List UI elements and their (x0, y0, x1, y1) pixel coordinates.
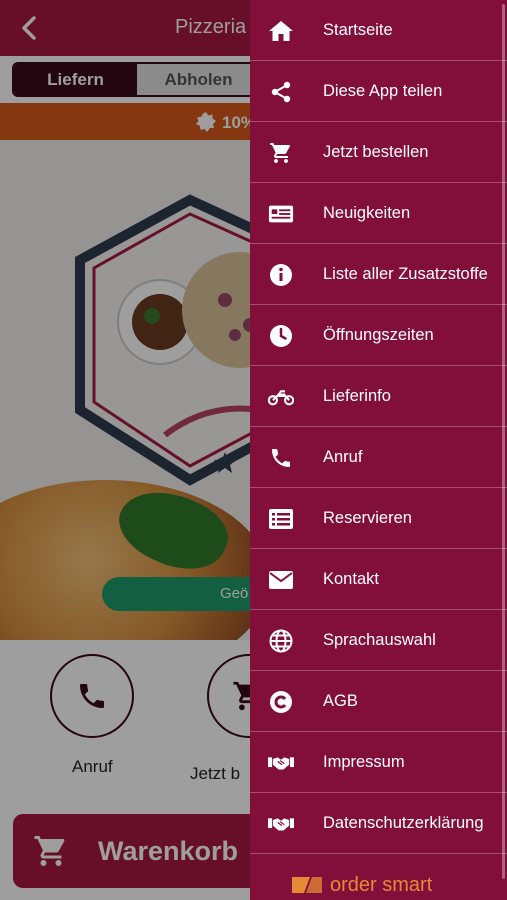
menu-item-reserve[interactable]: Reservieren (250, 488, 507, 549)
menu-item-label: Kontakt (323, 570, 379, 588)
menu-item-contact[interactable]: Kontakt (250, 549, 507, 610)
menu-item-label: Lieferinfo (323, 387, 391, 405)
clock-icon (268, 324, 294, 348)
brand-label: order smart (330, 873, 433, 896)
list-icon (268, 507, 294, 531)
menu-item-share[interactable]: Diese App teilen (250, 61, 507, 122)
share-icon (268, 80, 294, 104)
cart-icon (268, 141, 294, 165)
menu-item-opening-hours[interactable]: Öffnungszeiten (250, 305, 507, 366)
menu-item-imprint[interactable]: Impressum (250, 732, 507, 793)
menu-item-language[interactable]: Sprachauswahl (250, 610, 507, 671)
handshake-icon (268, 812, 294, 836)
menu-item-label: Öffnungszeiten (323, 326, 434, 344)
menu-item-label: Sprachauswahl (323, 631, 436, 649)
menu-item-label: Jetzt bestellen (323, 143, 429, 161)
menu-item-label: Neuigkeiten (323, 204, 411, 222)
news-icon (268, 202, 294, 226)
drawer-scrollbar[interactable] (502, 4, 505, 879)
copyright-icon (268, 690, 294, 714)
order-smart-logo: order smart (290, 872, 470, 898)
globe-icon (268, 629, 294, 653)
menu-item-label: Impressum (323, 753, 405, 771)
navigation-drawer: Startseite Diese App teilen Jetzt bestel… (250, 0, 507, 900)
phone-icon (268, 446, 294, 470)
menu-item-label: AGB (323, 692, 358, 710)
envelope-icon (268, 568, 294, 592)
menu-item-delivery-info[interactable]: Lieferinfo (250, 366, 507, 427)
menu-item-news[interactable]: Neuigkeiten (250, 183, 507, 244)
menu-item-label: Reservieren (323, 509, 412, 527)
menu-item-order-now[interactable]: Jetzt bestellen (250, 122, 507, 183)
menu-item-label: Anruf (323, 448, 363, 466)
menu-item-label: Startseite (323, 21, 393, 39)
menu-item-terms[interactable]: AGB (250, 671, 507, 732)
order-smart-icon (292, 877, 322, 893)
menu-item-additives[interactable]: Liste aller Zusatzstoffe (250, 244, 507, 305)
menu-item-privacy[interactable]: Datenschutzerklärung (250, 793, 507, 854)
menu-item-label: Datenschutzerklärung (323, 814, 484, 832)
menu-item-startseite[interactable]: Startseite (250, 0, 507, 61)
menu-item-label: Diese App teilen (323, 82, 443, 100)
menu-item-call[interactable]: Anruf (250, 427, 507, 488)
info-icon (268, 263, 294, 287)
home-icon (268, 19, 294, 43)
motorcycle-icon (268, 385, 294, 409)
drawer-menu: Startseite Diese App teilen Jetzt bestel… (250, 0, 507, 854)
handshake-icon (268, 751, 294, 775)
menu-item-label: Liste aller Zusatzstoffe (323, 265, 488, 283)
